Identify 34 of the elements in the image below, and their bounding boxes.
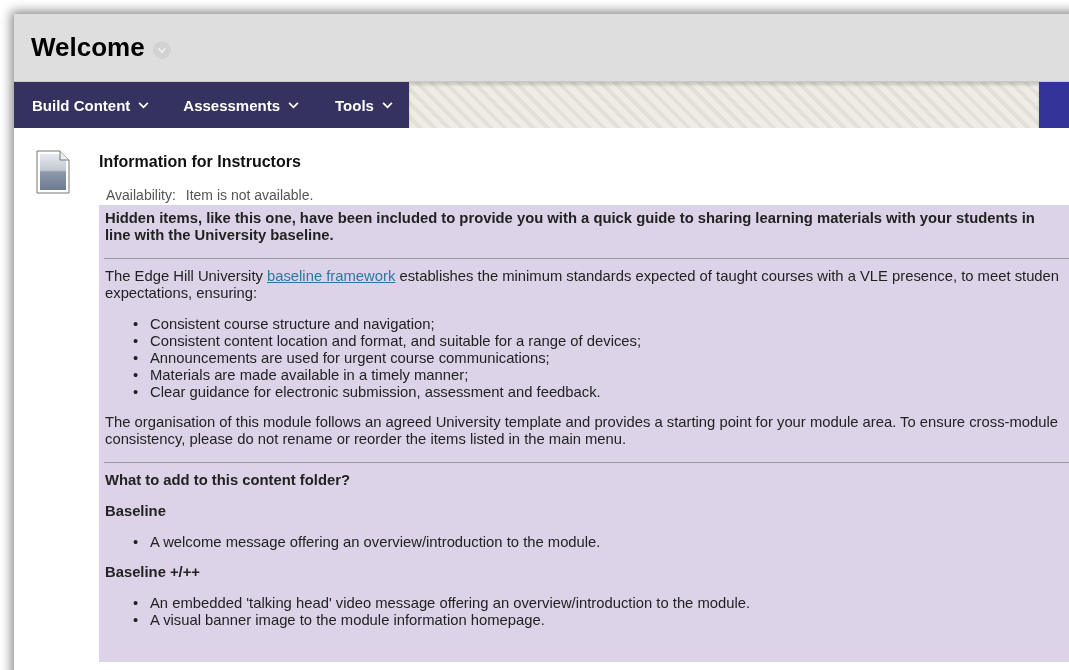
section-heading: Baseline +/++ <box>105 564 201 581</box>
list-item: Materials are made available in a timely manner; <box>150 367 469 384</box>
intro-text: Hidden items, like this one, have been included to provide you with a quick guide to sharing learning materials with your students in line with the University baseline. <box>105 210 1036 244</box>
framework-paragraph: The Edge Hill University baseline framework establishes the minimum standards expected of taught courses with a VLE presence, to meet studen expectations, ensuring: <box>105 268 1061 302</box>
bullet: • <box>133 534 140 551</box>
item-title[interactable]: Information for Instructors <box>99 153 1069 171</box>
section-heading: Baseline <box>105 503 167 520</box>
bullet: • <box>133 384 140 401</box>
chevron-icon[interactable] <box>152 40 171 59</box>
bullet: • <box>133 612 140 629</box>
availability-value: Item is not available. <box>185 187 314 203</box>
bullet: • <box>133 367 140 384</box>
bullet: • <box>133 350 140 367</box>
list-item: Clear guidance for electronic submission, assessment and feedback. <box>150 384 601 401</box>
list-item: A welcome message offering an overview/introduction to the module. <box>150 534 601 551</box>
list-item: Announcements are used for urgent course communications; <box>150 350 550 367</box>
bullet: • <box>133 595 140 612</box>
list-item: A visual banner image to the module information homepage. <box>150 612 545 629</box>
question-heading: What to add to this content folder? <box>105 472 351 489</box>
availability-label: Availability: <box>106 187 176 203</box>
menu-button[interactable]: Build Content <box>18 82 164 128</box>
list-item: An embedded 'talking head' video message offering an overview/introduction to the module. <box>150 595 751 612</box>
page-title: Welcome <box>31 32 145 63</box>
menu-button[interactable]: Tools <box>317 82 409 128</box>
menu-button[interactable]: Assessments <box>163 82 318 128</box>
organisation-paragraph: The organisation of this module follows an agreed University template and provides a starting point for your module area. To ensure cross-module consistency, please do not rename or reorder the items listed in the main menu. <box>105 414 1059 448</box>
document-icon <box>36 150 70 194</box>
list-item: Consistent content location and format, and suitable for a range of devices; <box>150 333 642 350</box>
chevron-down-icon <box>288 101 300 109</box>
list-item: Consistent course structure and navigation; <box>150 316 435 333</box>
bullet: • <box>133 333 140 350</box>
bullet: • <box>133 316 140 333</box>
chevron-down-icon <box>138 101 150 109</box>
chevron-down-icon <box>381 101 393 109</box>
